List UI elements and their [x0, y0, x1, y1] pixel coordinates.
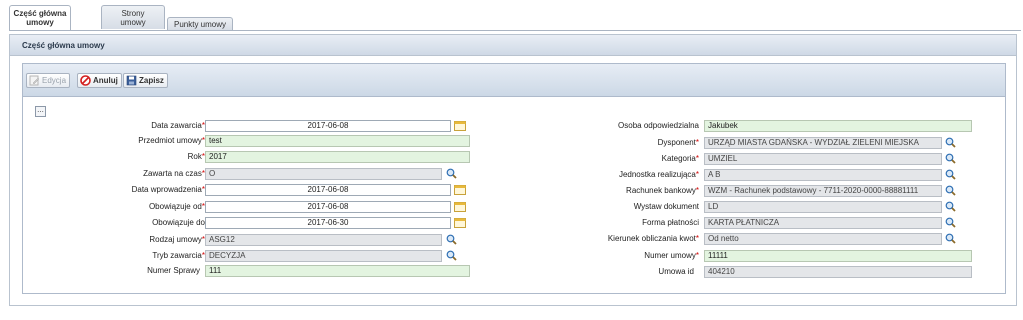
- label-data-wprowadzenia: Data wprowadzenia*: [131, 185, 205, 194]
- obowiazuje-do-input[interactable]: 2017-06-30: [205, 217, 451, 229]
- label-forma: Forma płatności: [642, 218, 699, 227]
- search-icon[interactable]: [945, 153, 956, 164]
- label-obowiazuje-od: Obowiązuje od*: [148, 202, 205, 211]
- search-icon[interactable]: [945, 233, 956, 244]
- label-jednostka: Jednostka realizująca*: [618, 170, 699, 179]
- tab-divider: [9, 30, 1021, 31]
- forma-input[interactable]: KARTA PŁATNICZA: [704, 217, 942, 229]
- save-label: Zapisz: [139, 76, 164, 85]
- label-kategoria: Kategoria*: [661, 154, 699, 163]
- calendar-icon[interactable]: [454, 218, 466, 228]
- search-icon[interactable]: [945, 217, 956, 228]
- tab-strony[interactable]: Strony umowy: [101, 5, 165, 29]
- label-rachunek: Rachunek bankowy*: [626, 186, 699, 195]
- main-panel: Część główna umowy Edycja Anuluj Zapisz …: [9, 34, 1017, 306]
- tab-label: Część główna: [13, 9, 67, 18]
- save-icon: [126, 75, 137, 86]
- edit-button[interactable]: Edycja: [26, 73, 71, 88]
- przedmiot-input[interactable]: test: [205, 135, 470, 147]
- label-umowa-id: Umowa id: [658, 267, 694, 276]
- label-numer-sprawy: Numer Sprawy: [147, 266, 200, 275]
- search-icon[interactable]: [945, 137, 956, 148]
- label-obowiazuje-do: Obowiązuje do: [152, 218, 205, 227]
- search-icon[interactable]: [446, 250, 457, 261]
- cancel-button[interactable]: Anuluj: [77, 73, 122, 88]
- numer-sprawy-input[interactable]: 111: [205, 265, 470, 277]
- label-rodzaj-umowy: Rodzaj umowy*: [149, 235, 205, 244]
- search-icon[interactable]: [446, 168, 457, 179]
- tryb-zawarcia-input[interactable]: DECYZJA: [205, 250, 442, 262]
- jednostka-input[interactable]: A B: [704, 169, 942, 181]
- search-icon[interactable]: [945, 201, 956, 212]
- rok-input[interactable]: 2017: [205, 151, 470, 163]
- kategoria-input[interactable]: UMZIEL: [704, 153, 942, 165]
- edit-icon: [29, 75, 40, 86]
- obowiazuje-od-input[interactable]: 2017-06-08: [205, 201, 451, 213]
- tab-label: Strony: [121, 9, 145, 18]
- search-icon[interactable]: [945, 185, 956, 196]
- panel-header: Część główna umowy: [10, 35, 1016, 56]
- collapse-button[interactable]: ...: [35, 106, 46, 117]
- tab-label: umowy: [120, 18, 146, 27]
- tab-czesc-glowna[interactable]: Część główna umowy: [9, 5, 71, 31]
- toolbar: Edycja Anuluj Zapisz: [23, 64, 1005, 97]
- cancel-label: Anuluj: [93, 76, 118, 85]
- cancel-icon: [80, 75, 91, 86]
- label-tryb-zawarcia: Tryb zawarcia*: [152, 251, 205, 260]
- search-icon[interactable]: [446, 234, 457, 245]
- osoba-input[interactable]: Jakubek: [704, 120, 972, 132]
- panel-title: Część główna umowy: [22, 41, 105, 50]
- label-zawarta-na-czas: Zawarta na czas*: [143, 169, 205, 178]
- label-rok: Rok*: [187, 152, 205, 161]
- numer-umowy-input[interactable]: 11111: [704, 250, 972, 262]
- calendar-icon[interactable]: [454, 121, 466, 131]
- umowa-id-input: 404210: [704, 266, 972, 278]
- label-wystaw: Wystaw dokument: [633, 202, 699, 211]
- wystaw-input[interactable]: LD: [704, 201, 942, 213]
- tab-label: Punkty umowy: [173, 20, 227, 29]
- dysponent-input[interactable]: URZĄD MIASTA GDAŃSKA - WYDZIAŁ ZIELENI M…: [704, 137, 942, 149]
- label-osoba: Osoba odpowiedzialna: [618, 121, 699, 130]
- data-zawarcia-input[interactable]: 2017-06-08: [205, 120, 451, 132]
- data-wprowadzenia-input[interactable]: 2017-06-08: [205, 184, 451, 196]
- zawarta-na-czas-input[interactable]: O: [205, 168, 442, 180]
- kierunek-input[interactable]: Od netto: [704, 233, 942, 245]
- form-panel: Edycja Anuluj Zapisz ... Data zawarcia* …: [22, 63, 1006, 294]
- rodzaj-umowy-input[interactable]: ASG12: [205, 234, 442, 246]
- save-button[interactable]: Zapisz: [123, 73, 168, 88]
- label-numer-umowy: Numer umowy*: [644, 251, 699, 260]
- label-kierunek: Kierunek obliczania kwot*: [607, 234, 699, 243]
- tab-label: umowy: [26, 18, 54, 27]
- calendar-icon[interactable]: [454, 185, 466, 195]
- tab-punkty[interactable]: Punkty umowy: [167, 17, 233, 30]
- edit-label: Edycja: [42, 76, 67, 85]
- label-przedmiot: Przedmiot umowy*: [138, 136, 205, 145]
- search-icon[interactable]: [945, 169, 956, 180]
- label-dysponent: Dysponent*: [657, 138, 699, 147]
- rachunek-input[interactable]: WZM - Rachunek podstawowy - 7711-2020-00…: [704, 185, 942, 197]
- calendar-icon[interactable]: [454, 202, 466, 212]
- label-data-zawarcia: Data zawarcia*: [151, 121, 205, 130]
